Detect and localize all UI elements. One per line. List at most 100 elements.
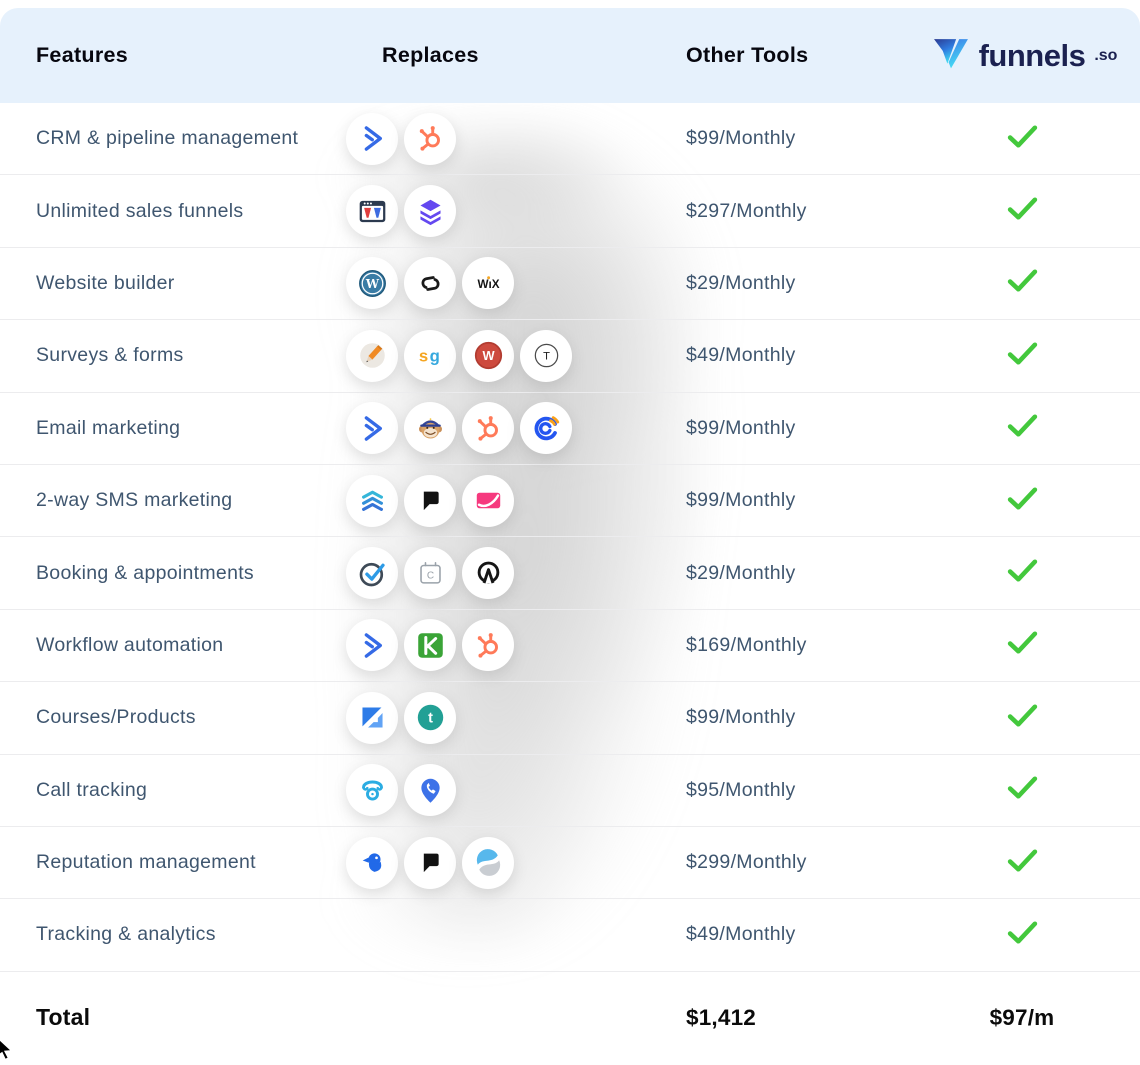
funnels-check-cell xyxy=(940,849,1140,877)
replaces-icons xyxy=(346,185,650,237)
funnels-check-cell xyxy=(940,342,1140,370)
check-icon xyxy=(1007,921,1038,949)
other-tools-price: $29/Monthly xyxy=(650,562,940,585)
table-row: Booking & appointments C $29/Monthly xyxy=(0,537,1140,609)
hubspot-icon xyxy=(462,402,514,454)
funnels-check-cell xyxy=(940,197,1140,225)
activecampaign-icon xyxy=(346,619,398,671)
wordpress-icon: W xyxy=(346,257,398,309)
other-tools-price: $49/Monthly xyxy=(650,344,940,367)
replaces-icons xyxy=(346,619,650,671)
svg-text:W: W xyxy=(364,277,379,291)
svg-text:C: C xyxy=(426,570,433,581)
other-tools-price: $99/Monthly xyxy=(650,489,940,512)
feature-label: Reputation management xyxy=(0,851,346,874)
table-row: Email marketing $99/Monthly xyxy=(0,393,1140,465)
leadpages-icon xyxy=(404,185,456,237)
feature-label: Courses/Products xyxy=(0,706,346,729)
other-tools-price: $169/Monthly xyxy=(650,634,940,657)
check-icon xyxy=(1007,125,1038,153)
pink-envelope-icon xyxy=(462,475,514,527)
funnels-check-cell xyxy=(940,269,1140,297)
other-tools-price: $99/Monthly xyxy=(650,127,940,150)
feature-label: Unlimited sales funnels xyxy=(0,200,346,223)
funnels-check-cell xyxy=(940,776,1140,804)
funnels-check-cell xyxy=(940,631,1140,659)
triple-chevron-icon xyxy=(346,475,398,527)
squarespace-icon xyxy=(404,257,456,309)
wix-icon: WıX xyxy=(462,257,514,309)
hubspot-icon xyxy=(404,113,456,165)
check-circle-icon xyxy=(346,547,398,599)
feature-label: Email marketing xyxy=(0,417,346,440)
feature-rows: CRM & pipeline management $99/Monthly Un… xyxy=(0,103,1140,972)
funnels-check-cell xyxy=(940,704,1140,732)
replaces-column-header: Replaces xyxy=(346,43,650,68)
callrail-icon xyxy=(346,764,398,816)
features-column-header: Features xyxy=(0,43,346,68)
feature-label: Surveys & forms xyxy=(0,344,346,367)
other-tools-price: $299/Monthly xyxy=(650,851,940,874)
table-header: Features Replaces Other Tools funnels.so xyxy=(0,8,1140,103)
wufoo-icon: W xyxy=(462,330,514,382)
replaces-icons: W WıX xyxy=(346,257,650,309)
table-row: Website builder WWıX $29/Monthly xyxy=(0,248,1140,320)
other-tools-price: $49/Monthly xyxy=(650,923,940,946)
other-tools-column-header: Other Tools xyxy=(650,43,940,68)
funnels-check-cell xyxy=(940,559,1140,587)
activecampaign-icon xyxy=(346,113,398,165)
other-tools-price: $95/Monthly xyxy=(650,779,940,802)
typeform-icon: T xyxy=(520,330,572,382)
check-icon xyxy=(1007,776,1038,804)
funnels-check-cell xyxy=(940,921,1140,949)
feature-label: 2-way SMS marketing xyxy=(0,489,346,512)
constant-contact-icon xyxy=(520,402,572,454)
surveygizmo-icon: sg xyxy=(404,330,456,382)
funnels-logo[interactable]: funnels.so xyxy=(940,37,1140,75)
podium-icon xyxy=(404,475,456,527)
clickfunnels-icon xyxy=(346,185,398,237)
feature-label: Booking & appointments xyxy=(0,562,346,585)
keap-icon xyxy=(404,619,456,671)
check-icon xyxy=(1007,342,1038,370)
table-row: Tracking & analytics $49/Monthly xyxy=(0,899,1140,971)
svg-text:W: W xyxy=(482,349,495,364)
kajabi-icon xyxy=(346,692,398,744)
feature-label: Website builder xyxy=(0,272,346,295)
funnels-total: $97/m xyxy=(940,1005,1140,1031)
funnels-triangle-icon xyxy=(933,37,970,75)
svg-text:T: T xyxy=(543,351,550,363)
replaces-icons: sg W T xyxy=(346,330,650,382)
birdeye-icon xyxy=(346,837,398,889)
replaces-icons xyxy=(346,475,650,527)
table-row: Unlimited sales funnels $297/Monthly xyxy=(0,175,1140,247)
table-row: Call tracking $95/Monthly xyxy=(0,755,1140,827)
feature-label: Workflow automation xyxy=(0,634,346,657)
feature-label: Tracking & analytics xyxy=(0,923,346,946)
teachable-icon: t xyxy=(404,692,456,744)
brand-name: funnels xyxy=(979,38,1086,74)
other-tools-total: $1,412 xyxy=(650,1005,940,1031)
pencil-survey-icon xyxy=(346,330,398,382)
table-row: Workflow automation $169/Monthly xyxy=(0,610,1140,682)
total-label: Total xyxy=(0,1004,346,1031)
replaces-icons xyxy=(346,837,650,889)
podium-icon xyxy=(404,837,456,889)
funnels-check-cell xyxy=(940,414,1140,442)
replaces-icons xyxy=(346,113,650,165)
check-icon xyxy=(1007,559,1038,587)
funnels-check-cell xyxy=(940,125,1140,153)
svg-text:g: g xyxy=(429,347,439,366)
total-row: Total $1,412 $97/m xyxy=(0,972,1140,1064)
hubspot-icon xyxy=(462,619,514,671)
other-tools-price: $99/Monthly xyxy=(650,417,940,440)
check-icon xyxy=(1007,704,1038,732)
table-row: CRM & pipeline management $99/Monthly xyxy=(0,103,1140,175)
phone-pin-icon xyxy=(404,764,456,816)
svg-text:WıX: WıX xyxy=(477,278,499,291)
table-row: Reputation management $299/Monthly xyxy=(0,827,1140,899)
feature-label: CRM & pipeline management xyxy=(0,127,346,150)
check-icon xyxy=(1007,849,1038,877)
replaces-icons: C xyxy=(346,547,650,599)
check-icon xyxy=(1007,414,1038,442)
